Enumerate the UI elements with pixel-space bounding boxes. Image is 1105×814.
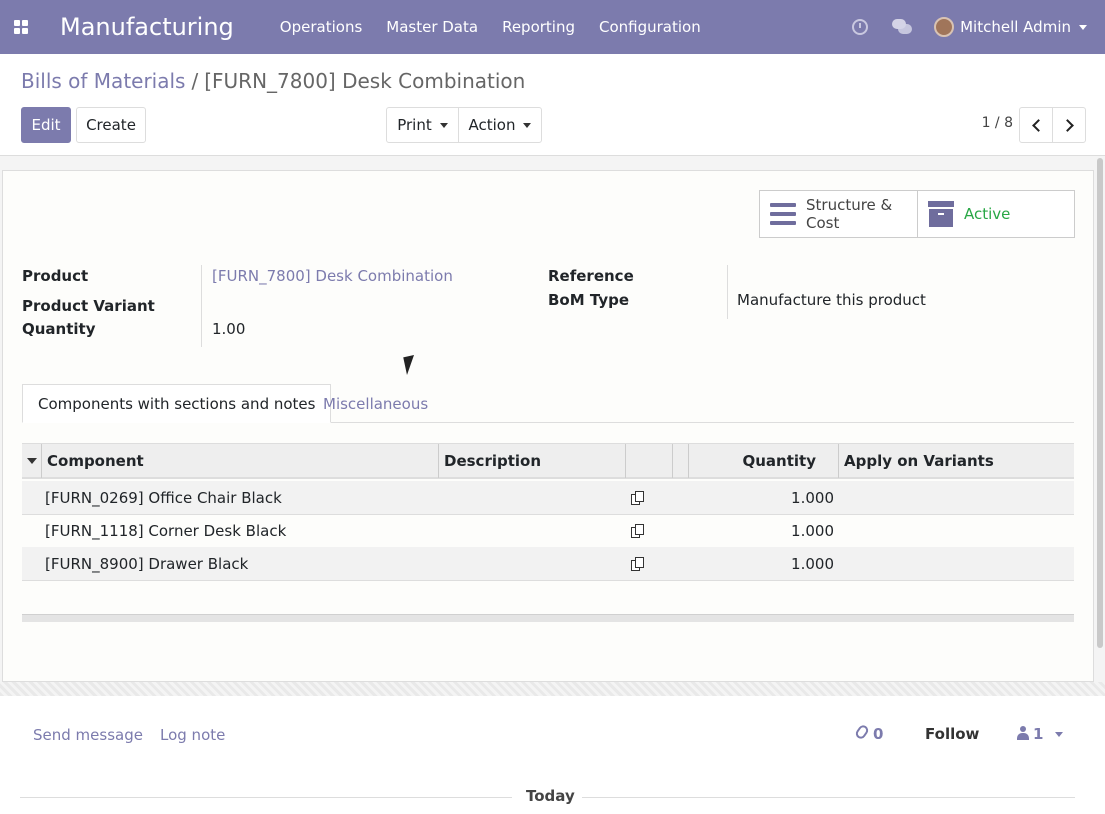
header-description[interactable]: Description	[439, 444, 626, 478]
print-dropdown[interactable]: Print	[386, 107, 459, 143]
chatter-separator	[0, 682, 1105, 696]
today-label: Today	[526, 787, 575, 805]
navbar-right: Mitchell Admin	[852, 0, 1105, 54]
avatar[interactable]	[934, 17, 955, 37]
print-caret-icon	[439, 122, 448, 128]
top-navbar: Manufacturing Operations Master Data Rep…	[0, 0, 1105, 54]
reference-label: Reference	[548, 267, 634, 285]
messaging-icon[interactable]	[892, 19, 913, 35]
control-panel: Bills of Materials / [FURN_7800] Desk Comb…	[0, 54, 1105, 156]
header-apply-on-variants[interactable]: Apply on Variants	[839, 444, 1074, 478]
product-value[interactable]: [FURN_7800] Desk Combination	[212, 267, 453, 285]
header-blank-column	[673, 444, 689, 478]
bars-icon	[770, 203, 796, 225]
pager-next-button[interactable]	[1052, 107, 1086, 143]
active-label: Active	[964, 205, 1011, 223]
quantity-label: Quantity	[22, 320, 96, 338]
column-sort-toggle[interactable]	[22, 444, 42, 478]
header-quantity[interactable]: Quantity	[689, 444, 839, 478]
menu-item-master-data[interactable]: Master Data	[386, 18, 478, 36]
menu-item-operations[interactable]: Operations	[280, 18, 362, 36]
breadcrumb: Bills of Materials / [FURN_7800] Desk Comb…	[21, 69, 525, 93]
action-caret-icon	[523, 122, 532, 128]
table-header: Component Description Quantity Apply on …	[22, 443, 1074, 479]
menu-item-reporting[interactable]: Reporting	[502, 18, 575, 36]
chatter: Send message Log note 0 Follow 1 Today	[0, 696, 1105, 814]
active-toggle-button[interactable]: Active	[917, 190, 1075, 238]
structure-cost-button[interactable]: Structure & Cost	[759, 190, 918, 238]
followers-caret-icon[interactable]	[1055, 732, 1063, 737]
activity-clock-icon[interactable]	[852, 19, 869, 35]
apps-menu-icon[interactable]	[0, 0, 42, 54]
form-sheet	[2, 170, 1094, 682]
today-divider-left	[20, 797, 512, 798]
log-note-button[interactable]: Log note	[160, 726, 225, 744]
row-quantity: 1.000	[791, 521, 834, 540]
row-component: [FURN_1118] Corner Desk Black	[45, 521, 287, 540]
attachments-count[interactable]: 0	[873, 725, 883, 743]
scrollbar[interactable]	[1097, 158, 1103, 648]
main-menu: Operations Master Data Reporting Configu…	[280, 18, 725, 36]
row-quantity: 1.000	[791, 554, 834, 573]
product-variant-label: Product Variant	[22, 297, 155, 315]
followers-icon[interactable]	[1017, 726, 1029, 740]
copy-icon[interactable]	[631, 547, 645, 580]
bom-type-value: Manufacture this product	[737, 291, 926, 309]
followers-count[interactable]: 1	[1033, 725, 1043, 743]
header-component[interactable]: Component	[42, 444, 439, 478]
table-row[interactable]: [FURN_1118] Corner Desk Black 1.000	[22, 514, 1074, 548]
pager-value[interactable]: 1 / 8	[982, 115, 1013, 131]
row-component: [FURN_0269] Office Chair Black	[45, 488, 282, 507]
today-divider-right	[582, 797, 1075, 798]
product-label: Product	[22, 267, 89, 285]
pager-previous-button[interactable]	[1019, 107, 1053, 143]
table-row[interactable]: [FURN_8900] Drawer Black 1.000	[22, 547, 1074, 581]
structure-cost-label: Structure & Cost	[806, 196, 893, 232]
header-copy-column	[626, 444, 673, 478]
row-component: [FURN_8900] Drawer Black	[45, 554, 249, 573]
tab-miscellaneous[interactable]: Miscellaneous	[308, 384, 443, 423]
tab-components[interactable]: Components with sections and notes	[22, 384, 332, 423]
quantity-value: 1.00	[212, 320, 246, 338]
table-horizontal-scrollbar[interactable]	[22, 614, 1074, 622]
breadcrumb-current: [FURN_7800] Desk Combination	[204, 69, 526, 93]
bom-type-label: BoM Type	[548, 291, 630, 309]
copy-icon[interactable]	[631, 481, 645, 514]
breadcrumb-separator: /	[191, 69, 199, 93]
table-row[interactable]: [FURN_0269] Office Chair Black 1.000	[22, 481, 1074, 515]
field-divider-left	[201, 265, 202, 347]
chevron-left-icon	[1031, 118, 1045, 132]
action-dropdown[interactable]: Action	[458, 107, 542, 143]
follow-button[interactable]: Follow	[925, 725, 979, 743]
caret-down-icon	[26, 458, 37, 464]
chevron-right-icon	[1060, 118, 1074, 132]
create-button[interactable]: Create	[76, 107, 146, 143]
action-label: Action	[468, 116, 516, 134]
archive-icon	[928, 201, 954, 227]
app-name[interactable]: Manufacturing	[60, 13, 234, 41]
menu-item-configuration[interactable]: Configuration	[599, 18, 701, 36]
breadcrumb-parent[interactable]: Bills of Materials	[21, 69, 185, 93]
paperclip-icon[interactable]	[853, 723, 871, 741]
edit-button[interactable]: Edit	[21, 107, 71, 143]
send-message-button[interactable]: Send message	[33, 726, 143, 744]
field-divider-right	[727, 265, 728, 319]
copy-icon[interactable]	[631, 514, 645, 547]
print-label: Print	[397, 116, 432, 134]
row-quantity: 1.000	[791, 488, 834, 507]
user-menu-caret-icon[interactable]	[1079, 24, 1087, 30]
user-menu[interactable]: Mitchell Admin	[960, 18, 1071, 36]
